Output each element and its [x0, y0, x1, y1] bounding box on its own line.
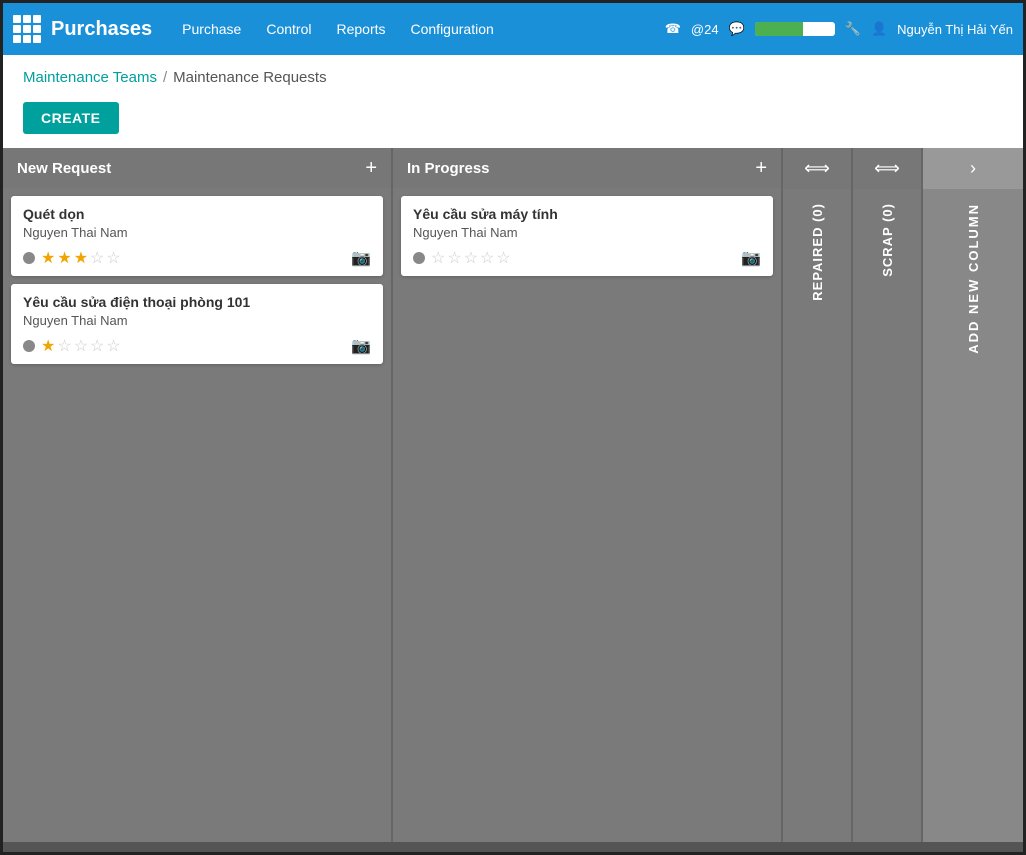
add-card-new-request[interactable]: + — [365, 158, 377, 178]
column-title-new-request: New Request — [17, 160, 111, 177]
card-title-dienthoai: Yêu cầu sửa điện thoại phòng 101 — [23, 294, 371, 310]
add-col-label[interactable]: ADD NEW COLUMN — [966, 203, 981, 354]
progress-fill — [755, 22, 803, 36]
breadcrumb: Maintenance Teams / Maintenance Requests — [23, 69, 1003, 86]
toolbar: CREATE — [3, 96, 1023, 148]
settings-icon[interactable]: 🔧 — [845, 21, 861, 37]
column-new-request: New Request + Quét dọn Nguyen Thai Nam ★… — [3, 148, 393, 842]
card-status-dot — [23, 252, 35, 264]
add-card-in-progress[interactable]: + — [755, 158, 767, 178]
repaired-col-label: REPAIRED (0) — [810, 203, 825, 301]
cards-new-request: Quét dọn Nguyen Thai Nam ★ ★ ★ ☆ ☆ 📷 — [3, 188, 391, 372]
cards-in-progress: Yêu cầu sửa máy tính Nguyen Thai Nam ☆ ☆… — [393, 188, 781, 284]
brand-name[interactable]: Purchases — [51, 18, 152, 41]
card-yeucau-dienthoai[interactable]: Yêu cầu sửa điện thoại phòng 101 Nguyen … — [11, 284, 383, 364]
card-title-maytinh: Yêu cầu sửa máy tính — [413, 206, 761, 222]
column-scrap: ⟺ SCRAP (0) — [853, 148, 923, 842]
menu-configuration[interactable]: Configuration — [401, 15, 504, 43]
repaired-arrow-icon[interactable]: ⟺ — [804, 158, 830, 179]
card-status-dot — [413, 252, 425, 264]
chat-icon[interactable]: 💬 — [729, 21, 745, 37]
scrap-arrow-icon[interactable]: ⟺ — [874, 158, 900, 179]
add-col-arrow-icon[interactable]: › — [970, 158, 976, 179]
apps-icon[interactable] — [13, 15, 41, 43]
card-camera-icon[interactable]: 📷 — [351, 248, 371, 268]
column-header-new-request: New Request + — [3, 148, 391, 188]
card-stars-quet-don: ★ ★ ★ ☆ ☆ — [41, 248, 121, 268]
column-header-in-progress: In Progress + — [393, 148, 781, 188]
notification-count[interactable]: @24 — [691, 22, 719, 37]
card-assignee-dienthoai: Nguyen Thai Nam — [23, 313, 371, 328]
topnav-right: ☎ @24 💬 🔧 👤 Nguyễn Thị Hải Yến — [665, 21, 1013, 37]
topnav-menu: Purchase Control Reports Configuration — [172, 15, 655, 43]
menu-purchase[interactable]: Purchase — [172, 15, 251, 43]
repaired-col-header: ⟺ — [783, 148, 851, 189]
user-name[interactable]: Nguyễn Thị Hải Yến — [897, 22, 1013, 37]
menu-reports[interactable]: Reports — [326, 15, 395, 43]
card-assignee-quet-don: Nguyen Thai Nam — [23, 225, 371, 240]
user-icon[interactable]: 👤 — [871, 21, 887, 37]
card-camera-icon[interactable]: 📷 — [351, 336, 371, 356]
card-footer-quet-don: ★ ★ ★ ☆ ☆ 📷 — [23, 248, 371, 268]
card-footer-dienthoai: ★ ☆ ☆ ☆ ☆ 📷 — [23, 336, 371, 356]
card-status-dot — [23, 340, 35, 352]
card-quet-don[interactable]: Quét dọn Nguyen Thai Nam ★ ★ ★ ☆ ☆ 📷 — [11, 196, 383, 276]
topnav: Purchases Purchase Control Reports Confi… — [3, 3, 1023, 55]
column-in-progress: In Progress + Yêu cầu sửa máy tính Nguye… — [393, 148, 783, 842]
breadcrumb-separator: / — [163, 69, 167, 86]
add-col-header: › — [923, 148, 1023, 189]
card-title-quet-don: Quét dọn — [23, 206, 371, 222]
card-footer-maytinh: ☆ ☆ ☆ ☆ ☆ 📷 — [413, 248, 761, 268]
scrap-col-header: ⟺ — [853, 148, 921, 189]
card-yeucau-maytinh[interactable]: Yêu cầu sửa máy tính Nguyen Thai Nam ☆ ☆… — [401, 196, 773, 276]
add-new-column[interactable]: › ADD NEW COLUMN — [923, 148, 1023, 842]
breadcrumb-area: Maintenance Teams / Maintenance Requests — [3, 55, 1023, 96]
menu-control[interactable]: Control — [256, 15, 321, 43]
card-assignee-maytinh: Nguyen Thai Nam — [413, 225, 761, 240]
column-repaired: ⟺ REPAIRED (0) — [783, 148, 853, 842]
create-button[interactable]: CREATE — [23, 102, 119, 134]
scrap-col-label: SCRAP (0) — [880, 203, 895, 277]
phone-icon[interactable]: ☎ — [665, 21, 681, 37]
breadcrumb-current: Maintenance Requests — [173, 69, 326, 86]
column-title-in-progress: In Progress — [407, 160, 490, 177]
card-stars-dienthoai: ★ ☆ ☆ ☆ ☆ — [41, 336, 121, 356]
kanban-board: New Request + Quét dọn Nguyen Thai Nam ★… — [3, 148, 1023, 842]
progress-bar — [755, 22, 835, 36]
card-camera-icon[interactable]: 📷 — [741, 248, 761, 268]
breadcrumb-parent[interactable]: Maintenance Teams — [23, 69, 157, 86]
card-stars-maytinh: ☆ ☆ ☆ ☆ ☆ — [431, 248, 511, 268]
